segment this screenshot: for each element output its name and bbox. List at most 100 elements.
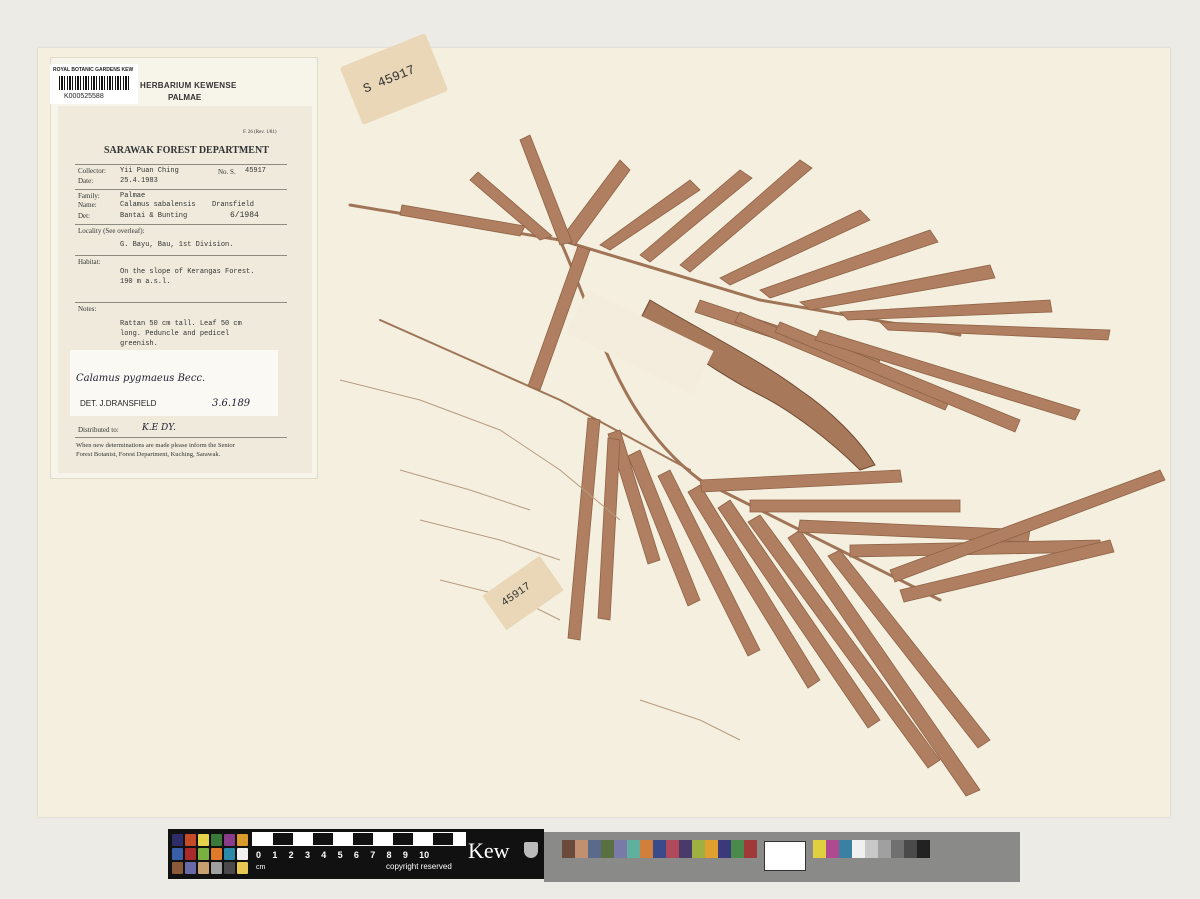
color-swatches bbox=[172, 834, 248, 874]
reference-patch bbox=[904, 840, 917, 858]
ruler-number: 7 bbox=[370, 850, 376, 860]
reference-patch bbox=[601, 840, 614, 858]
color-swatch bbox=[211, 834, 222, 846]
locality-label: Locality (See overleaf): bbox=[78, 227, 145, 235]
color-swatch bbox=[172, 862, 183, 874]
locality-value: G. Bayu, Bau, 1st Division. bbox=[120, 241, 234, 249]
reference-patch bbox=[705, 840, 718, 858]
reference-patch bbox=[614, 840, 627, 858]
habitat-label: Habitat: bbox=[78, 258, 101, 266]
forest-department-label bbox=[58, 106, 312, 473]
color-swatch bbox=[185, 862, 196, 874]
color-swatch bbox=[198, 848, 209, 860]
color-swatch bbox=[211, 862, 222, 874]
reference-patch bbox=[852, 840, 865, 858]
reference-patch bbox=[878, 840, 891, 858]
ruler-unit: cm bbox=[256, 864, 266, 871]
distributed-label: Distributed to: bbox=[78, 426, 119, 434]
color-swatch bbox=[185, 834, 196, 846]
color-swatch bbox=[224, 834, 235, 846]
divider bbox=[75, 302, 287, 303]
det-date: 6/1984 bbox=[230, 211, 259, 220]
color-reference-patches bbox=[562, 840, 930, 858]
ruler-number: 5 bbox=[337, 850, 343, 860]
divider bbox=[75, 437, 287, 438]
ruler-number: 8 bbox=[386, 850, 392, 860]
color-swatch bbox=[224, 848, 235, 860]
notes-line-3: greenish. bbox=[120, 340, 158, 348]
reference-patch bbox=[640, 840, 653, 858]
color-swatch bbox=[172, 848, 183, 860]
ruler-number: 9 bbox=[402, 850, 408, 860]
copyright-text: copyright reserved bbox=[386, 862, 452, 871]
date-label: Date: bbox=[78, 177, 94, 185]
date-value: 25.4.1983 bbox=[120, 177, 158, 185]
divider bbox=[75, 189, 287, 190]
reference-patch bbox=[731, 840, 744, 858]
number-label: No. S. bbox=[218, 168, 236, 176]
top-tag-number: S 45917 bbox=[360, 62, 418, 97]
crest-icon bbox=[524, 842, 538, 858]
department-title: SARAWAK FOREST DEPARTMENT bbox=[104, 145, 269, 156]
notes-label: Notes: bbox=[78, 305, 97, 313]
herbarium-title: HERBARIUM KEWENSE bbox=[140, 81, 237, 90]
name-author: Dransfield bbox=[212, 201, 255, 209]
ruler-number: 1 bbox=[272, 850, 278, 860]
collector-label: Collector: bbox=[78, 167, 106, 175]
reference-patch bbox=[865, 840, 878, 858]
ruler-number: 2 bbox=[288, 850, 294, 860]
barcode-block: ROYAL BOTANIC GARDENS KEW K000525588 bbox=[50, 64, 138, 104]
reference-patch bbox=[718, 840, 731, 858]
ruler-numbers: 0 1 2 3 4 5 6 7 8 9 10 bbox=[256, 850, 429, 860]
color-swatch bbox=[237, 848, 248, 860]
ruler-scale-bar bbox=[252, 832, 466, 846]
det-value: Bantai & Bunting bbox=[120, 212, 188, 220]
reference-patch bbox=[839, 840, 852, 858]
reference-patch bbox=[666, 840, 679, 858]
habitat-line-2: 190 m a.s.l. bbox=[120, 278, 171, 286]
reference-patch bbox=[917, 840, 930, 858]
form-number: F. 26 (Rev. 1/81) bbox=[243, 130, 277, 135]
color-swatch bbox=[237, 862, 248, 874]
ruler-number: 0 bbox=[256, 850, 262, 860]
number-value: 45917 bbox=[245, 167, 267, 175]
det-slip-name: Calamus pygmaeus Becc. bbox=[76, 373, 206, 384]
herbarium-subtitle: PALMAE bbox=[168, 93, 202, 102]
name-value: Calamus sabalensis bbox=[120, 201, 196, 209]
divider bbox=[75, 164, 287, 165]
color-swatch bbox=[185, 848, 196, 860]
divider bbox=[75, 255, 287, 256]
family-value: Palmae bbox=[120, 192, 146, 200]
color-swatch bbox=[211, 848, 222, 860]
reference-patch bbox=[891, 840, 904, 858]
det-slip-date: 3.6.189 bbox=[212, 398, 251, 409]
reference-patch bbox=[692, 840, 705, 858]
barcode-id: K000525588 bbox=[64, 93, 104, 100]
footer-line-2: Forest Botanist, Forest Department, Kuch… bbox=[76, 451, 221, 458]
distributed-value: K.E DY. bbox=[142, 423, 176, 433]
divider bbox=[75, 224, 287, 225]
color-swatch bbox=[224, 862, 235, 874]
qr-code-icon bbox=[764, 841, 806, 871]
reference-patch bbox=[679, 840, 692, 858]
reference-patch bbox=[588, 840, 601, 858]
barcode bbox=[59, 76, 129, 90]
reference-patch bbox=[562, 840, 575, 858]
det-label: Det: bbox=[78, 212, 91, 220]
ruler-number: 10 bbox=[419, 850, 430, 860]
bottom-tag-number: 45917 bbox=[499, 580, 534, 610]
reference-patch bbox=[653, 840, 666, 858]
ruler-number: 3 bbox=[304, 850, 310, 860]
reference-patch bbox=[813, 840, 826, 858]
ruler-number: 6 bbox=[353, 850, 359, 860]
reference-patch bbox=[744, 840, 757, 858]
reference-patch bbox=[826, 840, 839, 858]
habitat-line-1: On the slope of Kerangas Forest. bbox=[120, 268, 255, 276]
reference-patch bbox=[627, 840, 640, 858]
ruler-number: 4 bbox=[321, 850, 327, 860]
color-swatch bbox=[198, 834, 209, 846]
notes-line-2: long. Peduncle and pedicel bbox=[120, 330, 230, 338]
barcode-title: ROYAL BOTANIC GARDENS KEW bbox=[53, 67, 134, 73]
det-slip-by: DET. J.DRANSFIELD bbox=[80, 399, 157, 408]
name-label: Name: bbox=[78, 201, 97, 209]
